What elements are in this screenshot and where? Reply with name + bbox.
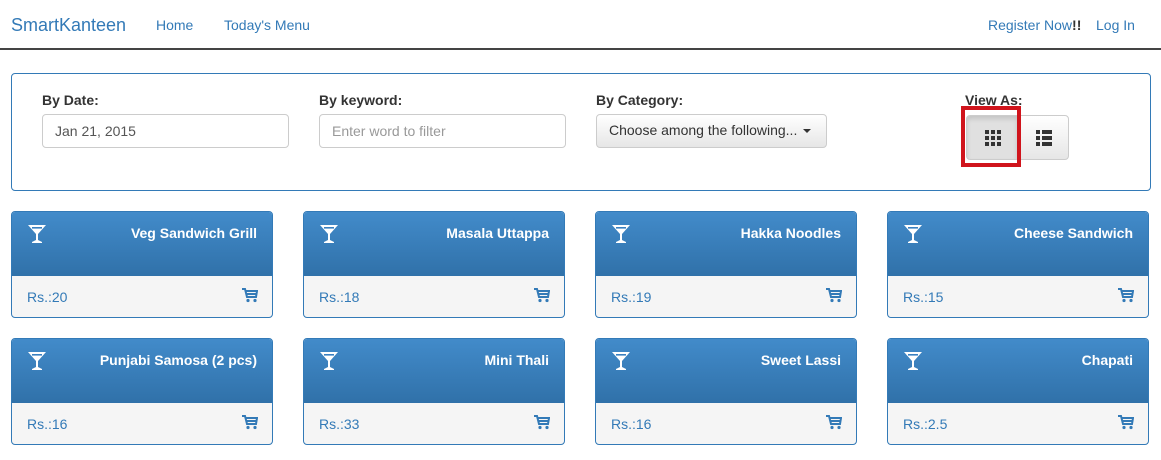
menu-item-card[interactable]: Hakka Noodles Rs.:19	[595, 211, 857, 318]
shopping-cart-icon[interactable]	[242, 288, 258, 303]
menu-item-header: Veg Sandwich Grill	[12, 212, 272, 276]
cocktail-glass-icon	[320, 225, 338, 243]
menu-item-header: Hakka Noodles	[596, 212, 856, 276]
menu-item-price: Rs.:16	[27, 416, 68, 432]
cocktail-glass-icon	[28, 225, 46, 243]
menu-item-price: Rs.:15	[903, 289, 944, 305]
grid-view-highlight-box	[961, 106, 1021, 167]
menu-item-price: Rs.:19	[611, 289, 652, 305]
menu-item-name: Mini Thali	[484, 352, 549, 368]
cocktail-glass-icon	[612, 352, 630, 370]
menu-item-name: Sweet Lassi	[760, 352, 841, 368]
menu-item-name: Punjabi Samosa (2 pcs)	[99, 352, 257, 368]
menu-item-footer: Rs.:16	[596, 403, 856, 444]
cocktail-glass-icon	[904, 352, 922, 370]
menu-item-price: Rs.:16	[611, 416, 652, 432]
menu-item-header: Chapati	[888, 339, 1148, 403]
brand-logo-link[interactable]: SmartKanteen	[11, 15, 126, 36]
category-label: By Category:	[596, 92, 684, 108]
menu-item-header: Punjabi Samosa (2 pcs)	[12, 339, 272, 403]
cocktail-glass-icon	[28, 352, 46, 370]
register-link[interactable]: Register Now!!	[988, 17, 1081, 33]
cocktail-glass-icon	[320, 352, 338, 370]
shopping-cart-icon[interactable]	[534, 415, 550, 430]
menu-item-card[interactable]: Mini Thali Rs.:33	[303, 338, 565, 445]
register-link-suffix: !!	[1072, 17, 1082, 33]
list-view-icon	[1036, 130, 1052, 146]
menu-item-name: Masala Uttappa	[446, 225, 549, 241]
caret-down-icon	[803, 129, 812, 134]
nav-home-link[interactable]: Home	[156, 17, 193, 33]
menu-item-price: Rs.:18	[319, 289, 360, 305]
menu-item-price: Rs.:33	[319, 416, 360, 432]
shopping-cart-icon[interactable]	[534, 288, 550, 303]
keyword-input[interactable]	[319, 114, 566, 148]
menu-item-header: Masala Uttappa	[304, 212, 564, 276]
menu-item-footer: Rs.:20	[12, 276, 272, 317]
menu-item-header: Cheese Sandwich	[888, 212, 1148, 276]
menu-item-card[interactable]: Sweet Lassi Rs.:16	[595, 338, 857, 445]
cocktail-glass-icon	[904, 225, 922, 243]
filter-panel: By Date: By keyword: By Category: Choose…	[11, 73, 1151, 191]
nav-todays-menu-link[interactable]: Today's Menu	[224, 17, 310, 33]
list-view-button[interactable]	[1017, 115, 1069, 160]
menu-item-name: Hakka Noodles	[740, 225, 841, 241]
menu-item-header: Mini Thali	[304, 339, 564, 403]
menu-item-header: Sweet Lassi	[596, 339, 856, 403]
shopping-cart-icon[interactable]	[1118, 415, 1134, 430]
top-navbar: SmartKanteen Home Today's Menu Register …	[0, 0, 1161, 50]
menu-item-footer: Rs.:15	[888, 276, 1148, 317]
menu-item-footer: Rs.:19	[596, 276, 856, 317]
category-dropdown[interactable]: Choose among the following...	[596, 114, 827, 148]
date-input[interactable]	[42, 114, 289, 148]
date-label: By Date:	[42, 92, 99, 108]
menu-item-footer: Rs.:33	[304, 403, 564, 444]
shopping-cart-icon[interactable]	[1118, 288, 1134, 303]
menu-item-price: Rs.:2.5	[903, 416, 948, 432]
menu-item-card[interactable]: Veg Sandwich Grill Rs.:20	[11, 211, 273, 318]
keyword-label: By keyword:	[319, 92, 403, 108]
category-selected-text: Choose among the following...	[609, 122, 798, 138]
menu-item-name: Veg Sandwich Grill	[130, 225, 257, 241]
menu-item-name: Chapati	[1081, 352, 1133, 368]
menu-item-footer: Rs.:2.5	[888, 403, 1148, 444]
menu-item-price: Rs.:20	[27, 289, 68, 305]
menu-item-card[interactable]: Masala Uttappa Rs.:18	[303, 211, 565, 318]
menu-item-name: Cheese Sandwich	[1013, 225, 1133, 241]
register-link-label: Register Now	[988, 17, 1073, 33]
menu-item-card[interactable]: Cheese Sandwich Rs.:15	[887, 211, 1149, 318]
login-link[interactable]: Log In	[1096, 17, 1135, 33]
cocktail-glass-icon	[612, 225, 630, 243]
menu-item-footer: Rs.:16	[12, 403, 272, 444]
menu-item-card[interactable]: Punjabi Samosa (2 pcs) Rs.:16	[11, 338, 273, 445]
shopping-cart-icon[interactable]	[826, 288, 842, 303]
menu-item-card[interactable]: Chapati Rs.:2.5	[887, 338, 1149, 445]
menu-item-footer: Rs.:18	[304, 276, 564, 317]
shopping-cart-icon[interactable]	[826, 415, 842, 430]
shopping-cart-icon[interactable]	[242, 415, 258, 430]
